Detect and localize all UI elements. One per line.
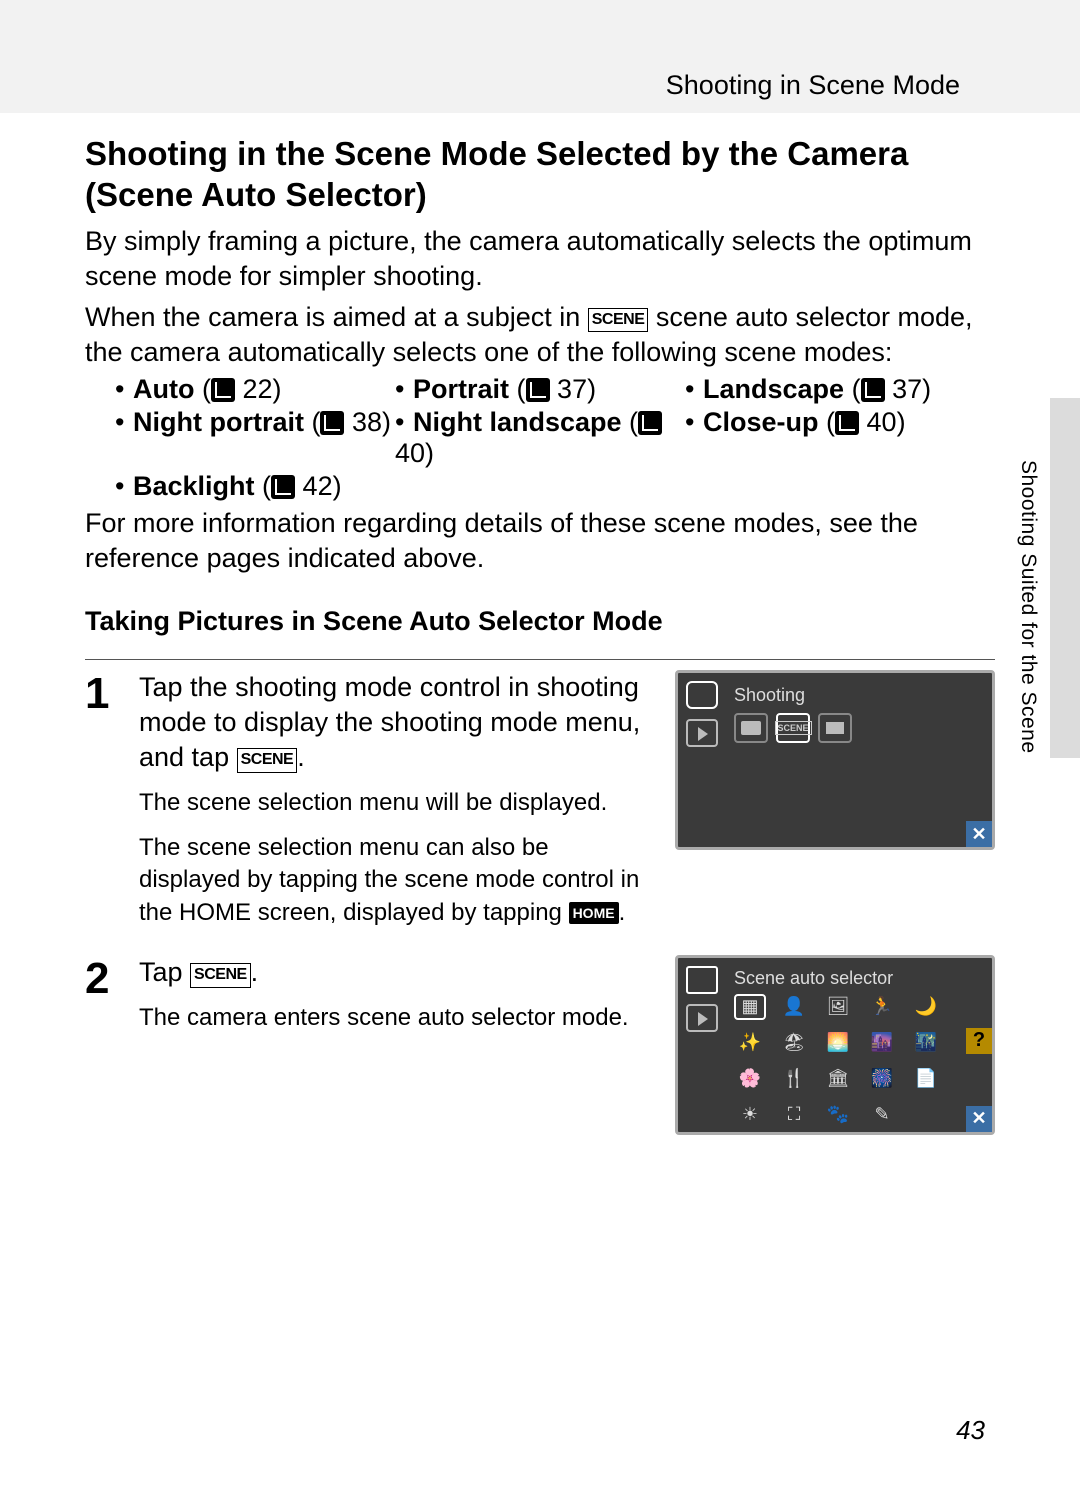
side-tab [1050,398,1080,758]
scene-night-landscape: •Night landscape ( 40) [395,407,685,469]
grid-closeup: 🌸 [734,1066,766,1092]
step-1: 1 Tap the shooting mode control in shoot… [85,670,995,929]
page-ref-icon [320,411,344,435]
page-ref-icon [211,378,235,402]
step-1-sub1: The scene selection menu will be display… [139,787,655,819]
close-button: ✕ [966,821,992,847]
page-ref-icon [638,411,662,435]
close-button: ✕ [966,1106,992,1132]
scene-closeup: •Close-up ( 40) [685,407,995,469]
page-content: Shooting in the Scene Mode Selected by t… [0,113,1080,1135]
grid-night-portrait: 🌙 [910,994,942,1020]
grid-copy: 📄 [910,1066,942,1092]
mode-auto [734,713,768,743]
scene-mode-list: •Auto ( 22) •Portrait ( 37) •Landscape (… [115,374,995,502]
divider [85,659,995,660]
lcd2-title: Scene auto selector [734,968,893,989]
after-list-text: For more information regarding details o… [85,506,995,576]
scene-mode-icon [686,966,718,994]
step-2-number: 2 [85,957,119,1135]
mode-video [818,713,852,743]
page-header: Shooting in Scene Mode [0,0,1080,113]
scene-landscape: •Landscape ( 37) [685,374,995,405]
grid-backlight: ☀ [734,1102,766,1128]
grid-beach: 🏖 [778,1030,810,1056]
step-1-sub2: The scene selection menu can also be dis… [139,832,655,929]
intro-paragraph-2: When the camera is aimed at a subject in… [85,300,995,370]
side-tab-label: Shooting Suited for the Scene [1016,460,1040,754]
playback-icon [686,719,718,747]
section-title: Shooting in Scene Mode [666,70,960,101]
grid-night-landscape: 🌃 [910,1030,942,1056]
grid-pet: 🐾 [822,1102,854,1128]
scene-auto-icon: SCENE [190,963,251,988]
page-title: Shooting in the Scene Mode Selected by t… [85,133,995,216]
step-1-main: Tap the shooting mode control in shootin… [139,670,655,775]
grid-fireworks: 🎆 [866,1066,898,1092]
scene-auto-icon: SCENE [588,308,649,333]
scene-night-portrait: •Night portrait ( 38) [115,407,395,469]
grid-landscape: 🖼 [822,994,854,1020]
scene-icon-grid: ▦ 👤 🖼 🏃 🌙 ✨ 🏖 🌅 🌆 🌃 🌸 🍴 🏛 🎆 📄 ☀ [734,994,948,1134]
mode-scene-selected: SCENE [776,713,810,743]
page-ref-icon [835,411,859,435]
grid-museum: 🏛 [822,1066,854,1092]
scene-auto: •Auto ( 22) [115,374,395,405]
grid-draw: ✎ [866,1102,898,1128]
page-number: 43 [956,1415,985,1446]
lcd-scene-selector: Scene auto selector ▦ 👤 🖼 🏃 🌙 ✨ 🏖 🌅 🌆 🌃 … [675,955,995,1135]
grid-portrait: 👤 [778,994,810,1020]
mode-row: SCENE [734,713,852,743]
intro-2a: When the camera is aimed at a subject in [85,302,588,332]
page-ref-icon [271,475,295,499]
playback-icon [686,1004,718,1032]
lcd-shooting-menu: Shooting SCENE ✕ [675,670,995,850]
scene-icon: SCENE [237,748,298,773]
lcd1-title: Shooting [734,685,805,706]
grid-scene-auto: ▦ [734,994,766,1020]
grid-dusk: 🌆 [866,1030,898,1056]
page-ref-icon [861,378,885,402]
grid-sports: 🏃 [866,994,898,1020]
grid-party: ✨ [734,1030,766,1056]
camera-mode-icon [686,681,718,709]
grid-sunset: 🌅 [822,1030,854,1056]
grid-food: 🍴 [778,1066,810,1092]
intro-paragraph-1: By simply framing a picture, the camera … [85,224,995,294]
page-ref-icon [526,378,550,402]
home-icon: HOME [569,902,619,925]
scene-backlight: •Backlight ( 42) [115,471,395,502]
step-2-main: Tap SCENE. [139,955,655,990]
grid-panorama: ⛶ [778,1102,810,1128]
scene-portrait: •Portrait ( 37) [395,374,685,405]
subheading: Taking Pictures in Scene Auto Selector M… [85,606,995,637]
help-button: ? [966,1028,992,1054]
step-1-number: 1 [85,672,119,929]
step-2-sub1: The camera enters scene auto selector mo… [139,1002,655,1034]
step-2: 2 Tap SCENE. The camera enters scene aut… [85,955,995,1135]
